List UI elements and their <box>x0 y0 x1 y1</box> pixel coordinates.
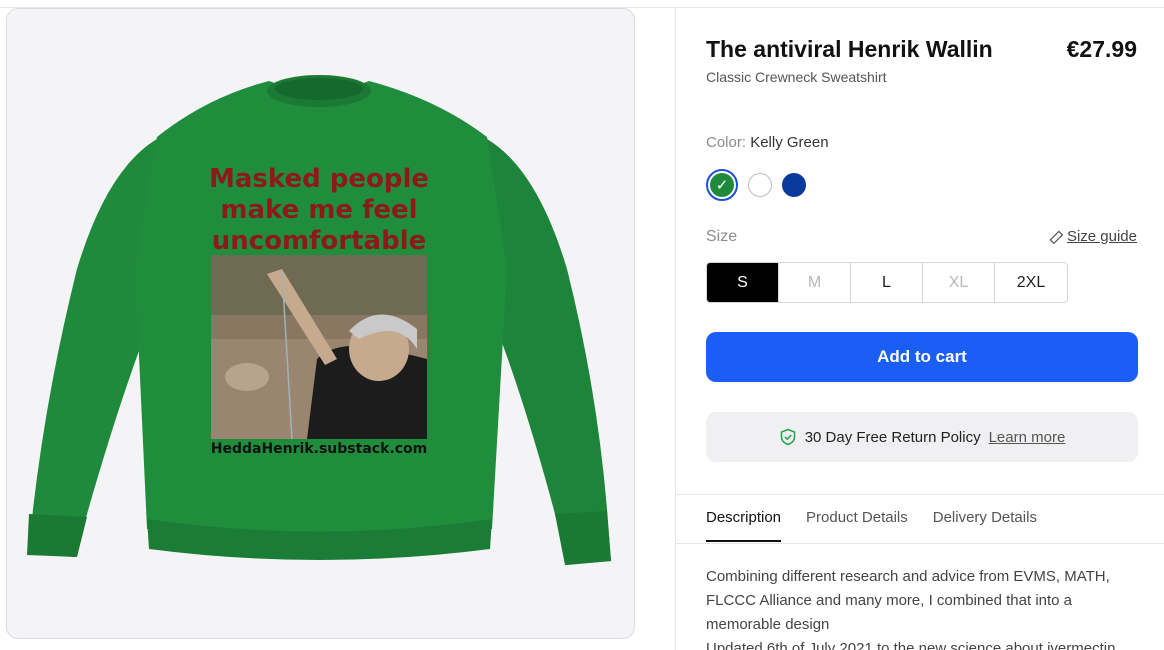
color-swatches: ✓ <box>706 169 806 201</box>
ruler-icon <box>1049 229 1063 244</box>
product-subtitle: Classic Crewneck Sweatshirt <box>706 69 887 85</box>
product-title: The antiviral Henrik Wallin <box>706 36 993 62</box>
size-option-2xl[interactable]: 2XL <box>995 263 1067 302</box>
size-option-xl[interactable]: XL <box>923 263 995 302</box>
tabs-bottom-divider <box>675 543 1164 544</box>
description-paragraph-2: Updated 6th of July 2021 to the new scie… <box>706 640 1116 650</box>
right-sleeve <box>487 139 611 565</box>
left-cuff <box>27 514 87 557</box>
left-sleeve <box>29 139 157 557</box>
swatch-kelly-green[interactable]: ✓ <box>706 169 738 201</box>
description-text: Combining different research and advice … <box>706 565 1126 650</box>
tab-product-details[interactable]: Product Details <box>806 509 908 542</box>
print-text-line-1: Masked people <box>209 164 429 194</box>
shield-check-icon <box>780 428 795 446</box>
print-photo <box>211 255 427 440</box>
size-label: Size <box>706 228 738 245</box>
size-guide-label: Size guide <box>1066 228 1137 245</box>
selected-color-name: Kelly Green <box>750 134 829 151</box>
learn-more-link[interactable]: Learn more <box>989 429 1066 446</box>
swatch-royal-blue[interactable] <box>782 173 806 197</box>
right-cuff <box>555 511 611 565</box>
print-footer-text: HeddaHenrik.substack.com <box>211 441 427 457</box>
product-page: Masked people make me feel uncomfortable… <box>0 0 1164 650</box>
description-paragraph-1: Combining different research and advice … <box>706 568 1110 633</box>
return-policy-banner: 30 Day Free Return Policy Learn more <box>706 412 1138 462</box>
color-label: Color: <box>706 134 747 151</box>
size-option-l[interactable]: L <box>851 263 923 302</box>
return-policy-text: 30 Day Free Return Policy <box>804 428 981 446</box>
tabs-top-divider <box>675 494 1164 495</box>
tab-delivery-details[interactable]: Delivery Details <box>933 509 1037 542</box>
print-text-line-2: make me feel <box>220 195 417 225</box>
size-guide-link[interactable]: Size guide <box>1049 228 1137 245</box>
product-price: €27.99 <box>1066 36 1137 62</box>
sweatshirt-image: Masked people make me feel uncomfortable… <box>27 75 611 565</box>
size-options: S M L XL 2XL <box>706 262 1068 303</box>
column-divider <box>675 8 676 650</box>
product-image-panel[interactable]: Masked people make me feel uncomfortable… <box>6 8 635 639</box>
size-option-s[interactable]: S <box>707 263 779 302</box>
product-info-tabs: Description Product Details Delivery Det… <box>706 509 1037 542</box>
swatch-white[interactable] <box>748 173 772 197</box>
add-to-cart-button[interactable]: Add to cart <box>706 332 1138 382</box>
print-text-line-3: uncomfortable <box>212 226 427 256</box>
tab-description[interactable]: Description <box>706 509 782 542</box>
color-selection-label: Color: Kelly Green <box>706 134 829 151</box>
size-option-m[interactable]: M <box>779 263 851 302</box>
checkmark-icon: ✓ <box>710 173 734 197</box>
